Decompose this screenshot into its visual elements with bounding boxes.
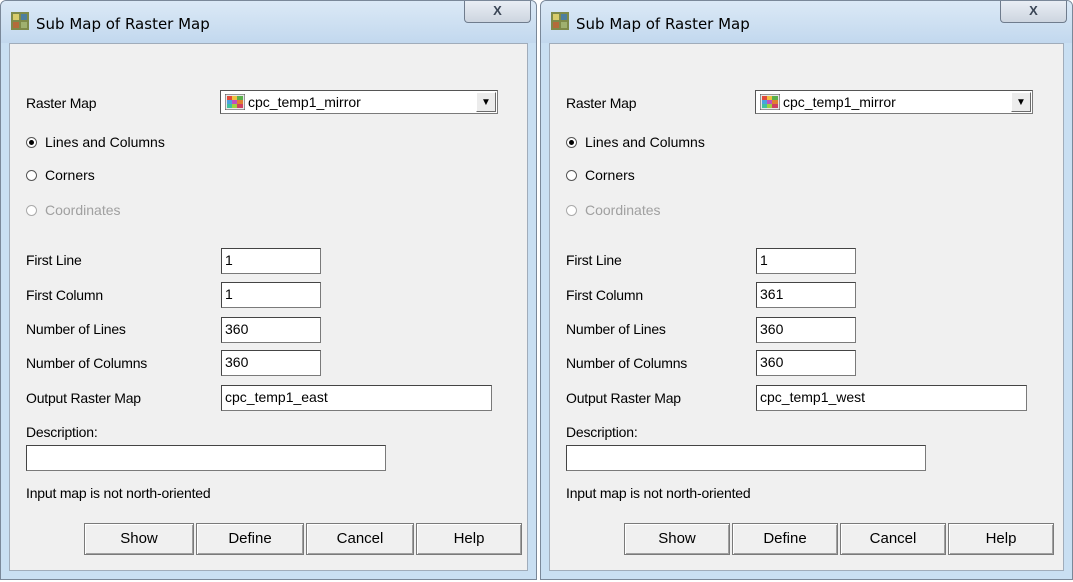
ilwis-app-icon [551,12,569,30]
radio-label: Coordinates [585,202,661,218]
radio-label: Corners [45,167,95,183]
radio-label: Lines and Columns [45,134,165,150]
radio-label: Lines and Columns [585,134,705,150]
number-of-columns-label: Number of Columns [566,355,688,371]
raster-map-label: Raster Map [26,95,97,111]
number-of-lines-input[interactable]: 360 [756,317,856,343]
help-button[interactable]: Help [948,523,1054,555]
submap-dialog-west: Sub Map of Raster Map X Raster Map cpc_t… [540,0,1073,580]
radio-checked-icon[interactable] [26,136,37,148]
radio-icon[interactable] [26,169,37,181]
number-of-columns-input[interactable]: 360 [221,350,321,376]
radio-lines-columns[interactable]: Lines and Columns [566,133,705,151]
button-bar: Show Define Cancel Help [550,508,1063,570]
dropdown-arrow-icon[interactable]: ▼ [1011,92,1031,112]
dialog-body: Raster Map cpc_temp1_mirror ▼ Lines and … [9,43,528,571]
title-bar[interactable]: Sub Map of Raster Map X [1,1,536,43]
first-line-input[interactable]: 1 [756,248,856,274]
radio-checked-icon[interactable] [566,136,577,148]
raster-map-value: cpc_temp1_mirror [783,94,896,110]
cancel-button[interactable]: Cancel [840,523,946,555]
number-of-lines-input[interactable]: 360 [221,317,321,343]
description-input[interactable] [566,445,926,471]
radio-label: Corners [585,167,635,183]
radio-coordinates: Coordinates [566,201,661,219]
output-raster-map-label: Output Raster Map [566,390,681,406]
description-label: Description: [566,424,638,440]
button-bar: Show Define Cancel Help [10,508,527,570]
ilwis-app-icon [11,12,29,30]
first-column-input[interactable]: 361 [756,282,856,308]
close-button[interactable]: X [1000,1,1067,23]
status-text: Input map is not north-oriented [26,485,211,501]
raster-map-label: Raster Map [566,95,637,111]
radio-corners[interactable]: Corners [566,166,635,184]
show-button[interactable]: Show [624,523,730,555]
cancel-button[interactable]: Cancel [306,523,414,555]
output-raster-map-input[interactable]: cpc_temp1_east [221,385,492,411]
window-title: Sub Map of Raster Map [576,15,750,33]
number-of-columns-label: Number of Columns [26,355,148,371]
first-line-label: First Line [566,252,622,268]
raster-map-select[interactable]: cpc_temp1_mirror ▼ [220,90,498,114]
radio-coordinates: Coordinates [26,201,121,219]
description-label: Description: [26,424,98,440]
define-button[interactable]: Define [732,523,838,555]
number-of-lines-label: Number of Lines [566,321,666,337]
radio-label: Coordinates [45,202,121,218]
raster-map-select[interactable]: cpc_temp1_mirror ▼ [755,90,1033,114]
raster-map-icon [224,93,246,111]
description-input[interactable] [26,445,386,471]
first-column-label: First Column [566,287,643,303]
radio-icon[interactable] [566,169,577,181]
radio-lines-columns[interactable]: Lines and Columns [26,133,165,151]
number-of-columns-input[interactable]: 360 [756,350,856,376]
first-column-input[interactable]: 1 [221,282,321,308]
show-button[interactable]: Show [84,523,194,555]
first-line-label: First Line [26,252,82,268]
close-button[interactable]: X [464,1,531,23]
title-bar[interactable]: Sub Map of Raster Map X [541,1,1072,43]
raster-map-value: cpc_temp1_mirror [248,94,361,110]
dropdown-arrow-icon[interactable]: ▼ [476,92,496,112]
help-button[interactable]: Help [416,523,522,555]
first-line-input[interactable]: 1 [221,248,321,274]
submap-dialog-east: Sub Map of Raster Map X Raster Map cpc_t… [0,0,537,580]
output-raster-map-label: Output Raster Map [26,390,141,406]
window-title: Sub Map of Raster Map [36,15,210,33]
status-text: Input map is not north-oriented [566,485,751,501]
number-of-lines-label: Number of Lines [26,321,126,337]
radio-corners[interactable]: Corners [26,166,95,184]
dialog-body: Raster Map cpc_temp1_mirror ▼ Lines and … [549,43,1064,571]
radio-disabled-icon [566,204,577,216]
first-column-label: First Column [26,287,103,303]
radio-disabled-icon [26,204,37,216]
define-button[interactable]: Define [196,523,304,555]
output-raster-map-input[interactable]: cpc_temp1_west [756,385,1027,411]
raster-map-icon [759,93,781,111]
